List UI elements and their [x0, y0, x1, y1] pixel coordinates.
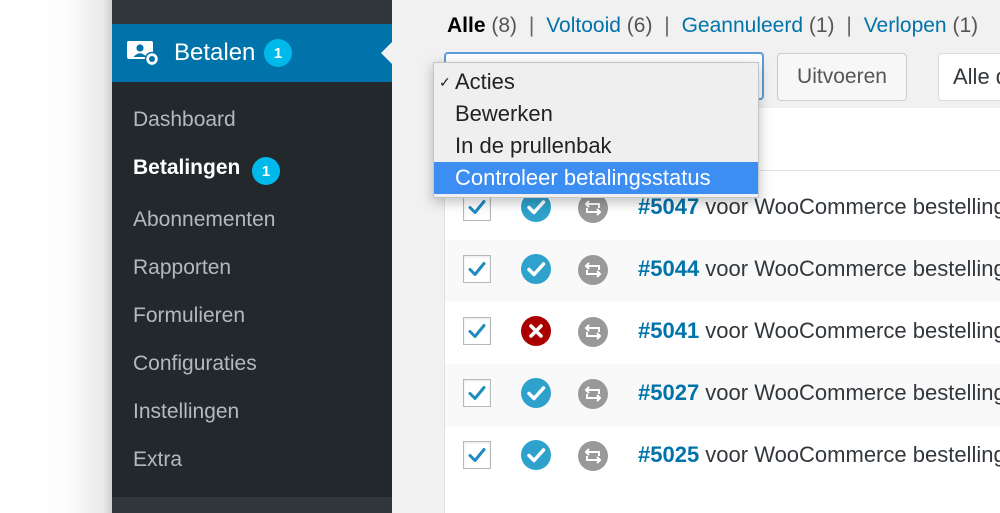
- menu-item-betalen-badge: 1: [264, 39, 292, 67]
- table-row: #5041 voor WooCommerce bestelling: [445, 302, 1000, 364]
- recurring-icon: [578, 379, 608, 409]
- submenu-abonnementen[interactable]: Abonnementen: [133, 206, 275, 234]
- filter-verlopen[interactable]: Verlopen: [864, 14, 947, 37]
- payment-user-icon: [126, 40, 160, 67]
- table-row: #5027 voor WooCommerce bestelling: [445, 364, 1000, 426]
- menu-item-betalen[interactable]: Betalen 1: [112, 24, 393, 82]
- row-checkbox[interactable]: [463, 255, 491, 283]
- submenu-betalingen[interactable]: Betalingen: [133, 154, 240, 182]
- option-acties-label: Acties: [455, 69, 515, 94]
- menu-item-betalen-label: Betalen: [174, 39, 256, 66]
- option-prullenbak-label: In de prullenbak: [455, 133, 612, 158]
- recurring-icon: [578, 441, 608, 471]
- filter-separator: |: [846, 14, 852, 37]
- sidebar-previous-item: [112, 0, 392, 24]
- check-circle-icon: [521, 254, 551, 284]
- payment-number-link[interactable]: #5027: [638, 380, 699, 405]
- row-title: #5027 voor WooCommerce bestelling: [638, 378, 1000, 408]
- filter-separator: |: [664, 14, 670, 37]
- row-title: #5041 voor WooCommerce bestelling: [638, 316, 1000, 346]
- apply-button[interactable]: Uitvoeren: [777, 53, 907, 101]
- payment-number-link[interactable]: #5041: [638, 318, 699, 343]
- payment-description: voor WooCommerce bestelling: [699, 318, 1000, 343]
- sidebar-next-item: [112, 497, 392, 513]
- option-controleer-betalingsstatus[interactable]: Controleer betalingsstatus: [434, 162, 758, 194]
- filter-voltooid-count: (6): [626, 14, 653, 37]
- option-bewerken[interactable]: Bewerken: [434, 98, 758, 130]
- row-title: #5025 voor WooCommerce bestelling: [638, 440, 1000, 470]
- submenu-betalingen-badge: 1: [252, 157, 280, 185]
- option-acties[interactable]: ✓ Acties: [434, 66, 758, 98]
- row-checkbox[interactable]: [463, 379, 491, 407]
- page-background-shadow: [0, 0, 112, 513]
- selected-check-icon: ✓: [439, 74, 451, 90]
- check-circle-icon: [521, 378, 551, 408]
- submenu-instellingen[interactable]: Instellingen: [133, 398, 239, 426]
- option-controleer-label: Controleer betalingsstatus: [455, 165, 711, 190]
- submenu-formulieren[interactable]: Formulieren: [133, 302, 245, 330]
- filter-geannuleerd-count: (1): [808, 14, 835, 37]
- option-prullenbak[interactable]: In de prullenbak: [434, 130, 758, 162]
- x-circle-icon: [521, 316, 551, 346]
- date-filter-select[interactable]: Alle d: [938, 53, 1000, 101]
- filter-alle-count: (8): [491, 14, 518, 37]
- payment-description: voor WooCommerce bestelling: [699, 256, 1000, 281]
- submenu-configuraties[interactable]: Configuraties: [133, 350, 257, 378]
- filter-geannuleerd[interactable]: Geannuleerd: [682, 14, 803, 37]
- option-bewerken-label: Bewerken: [455, 101, 553, 126]
- admin-sidebar: Betalen 1 Dashboard Betalingen 1 Abonnem…: [112, 0, 393, 513]
- payment-number-link[interactable]: #5025: [638, 442, 699, 467]
- row-title: #5044 voor WooCommerce bestelling: [638, 254, 1000, 284]
- check-circle-icon: [521, 440, 551, 470]
- recurring-icon: [578, 317, 608, 347]
- filter-verlopen-count: (1): [952, 14, 979, 37]
- filter-voltooid[interactable]: Voltooid: [546, 14, 621, 37]
- table-row: #5044 voor WooCommerce bestelling: [445, 240, 1000, 302]
- payment-description: voor WooCommerce bestelling: [699, 380, 1000, 405]
- row-checkbox[interactable]: [463, 441, 491, 469]
- row-checkbox[interactable]: [463, 317, 491, 345]
- bulk-actions-dropdown: ✓ Acties Bewerken In de prullenbak Contr…: [433, 62, 759, 198]
- filter-alle[interactable]: Alle: [447, 14, 486, 37]
- status-filter-links: Alle (8) | Voltooid (6) | Geannuleerd (1…: [447, 12, 978, 40]
- submenu-dashboard[interactable]: Dashboard: [133, 106, 236, 134]
- payment-number-link[interactable]: #5044: [638, 256, 699, 281]
- submenu-rapporten[interactable]: Rapporten: [133, 254, 231, 282]
- filter-separator: |: [528, 14, 535, 37]
- recurring-icon: [578, 255, 608, 285]
- submenu-extra[interactable]: Extra: [133, 446, 182, 474]
- table-row: #5025 voor WooCommerce bestelling: [445, 426, 1000, 488]
- payment-description: voor WooCommerce bestelling: [699, 442, 1000, 467]
